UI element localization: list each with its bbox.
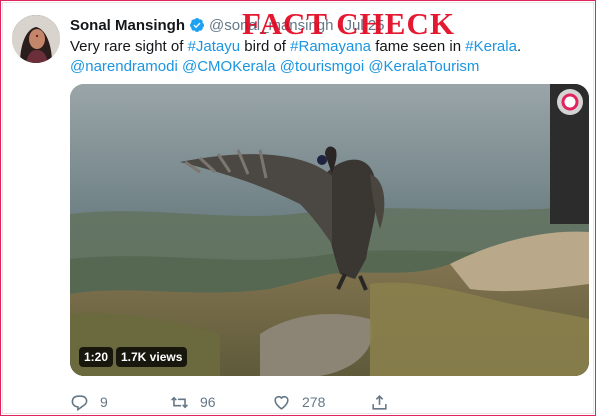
reply-button[interactable]: 9	[70, 393, 170, 412]
share-button[interactable]	[370, 393, 400, 412]
mention-link[interactable]: @CMOKerala	[182, 58, 276, 75]
retweet-count: 96	[200, 394, 216, 410]
tweet-text-line: Very rare sight of #Jatayu bird of #Rama…	[70, 37, 580, 57]
author-name[interactable]: Sonal Mansingh	[70, 17, 185, 34]
mention-link[interactable]: @KeralaTourism	[368, 58, 479, 75]
retweet-icon	[171, 396, 188, 408]
mentions-line: @narendramodi @CMOKerala @tourismgoi @Ke…	[70, 57, 580, 77]
mention-link[interactable]: @tourismgoi	[280, 58, 364, 75]
hashtag-link[interactable]: #Jatayu	[188, 38, 241, 55]
tweet-actions: 9 96 278	[70, 391, 490, 413]
mention-link[interactable]: @narendramodi	[70, 58, 178, 75]
video-frame	[70, 84, 589, 376]
video-duration-badge: 1:20	[79, 347, 114, 367]
tweet-text: Very rare sight of #Jatayu bird of #Rama…	[70, 37, 580, 77]
heart-icon	[274, 395, 289, 410]
like-button[interactable]: 278	[272, 393, 370, 412]
text-segment: Very rare sight of	[70, 38, 188, 55]
verified-badge-icon	[189, 17, 205, 33]
reply-count: 9	[100, 394, 108, 410]
hashtag-link[interactable]: #Kerala	[465, 38, 517, 55]
like-count: 278	[302, 394, 326, 410]
video-views-badge: 1.7K views	[116, 347, 188, 367]
avatar[interactable]	[12, 15, 60, 63]
text-segment: bird of	[240, 38, 291, 55]
text-segment: fame seen in	[371, 38, 466, 55]
reply-icon	[71, 394, 88, 411]
text-segment: .	[516, 38, 522, 55]
share-icon	[372, 394, 387, 410]
video-player[interactable]: 1:20 1.7K views	[70, 84, 589, 376]
retweet-button[interactable]: 96	[170, 393, 272, 412]
hashtag-link[interactable]: #Ramayana	[290, 38, 371, 55]
